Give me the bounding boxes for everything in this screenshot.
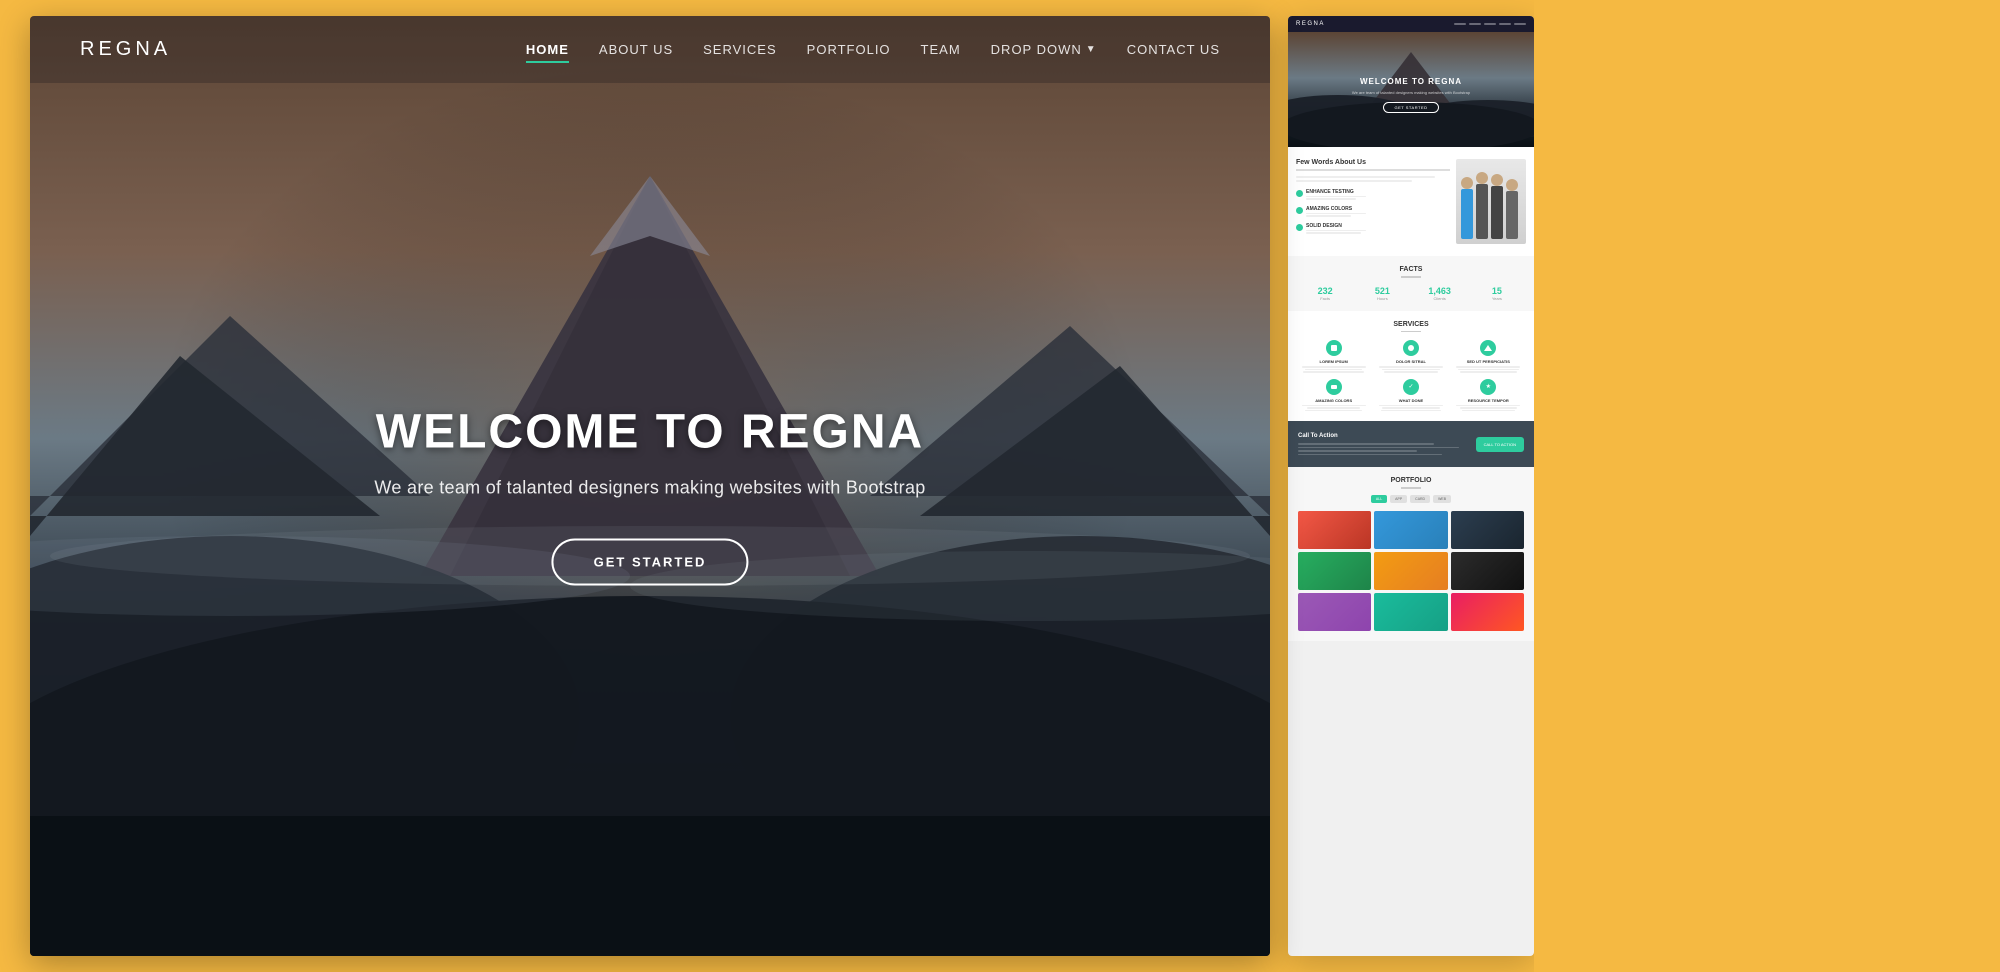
preview-fact-2: 521 Hours: [1355, 286, 1409, 301]
preview-hero-button: GET STARTED: [1383, 102, 1438, 113]
preview-cta-button: CALL TO ACTION: [1476, 437, 1524, 452]
preview-services-title: SERVICES: [1298, 321, 1524, 328]
hero-content: WELCOME TO REGNA We are team of talanted…: [374, 405, 925, 586]
nav-item-home[interactable]: HOME: [526, 41, 569, 59]
preview-portfolio-item-4: [1298, 552, 1371, 590]
left-border: [0, 0, 30, 972]
middle-gap: [1270, 0, 1288, 972]
preview-nav-dot-1: [1454, 23, 1466, 25]
preview-portfolio-item-8: [1374, 593, 1447, 631]
preview-service-1: LOREM IPSUM: [1298, 340, 1369, 373]
logo: REGNA: [80, 38, 171, 61]
get-started-button[interactable]: GET STARTED: [552, 539, 749, 586]
preview-nav-dot-3: [1484, 23, 1496, 25]
navbar: REGNA HOME ABOUT US SERVICES PORTFOLIO T…: [30, 16, 1270, 83]
hero-title: WELCOME TO REGNA: [374, 405, 925, 460]
right-border: [1534, 0, 2000, 972]
preview-services-section: SERVICES LOREM IPSUM DOLOR SITRAL: [1288, 311, 1534, 422]
preview-portfolio-item-7: [1298, 593, 1371, 631]
preview-nav-dot-4: [1499, 23, 1511, 25]
preview-filter-card: CARD: [1410, 495, 1430, 503]
preview-nav-dot-2: [1469, 23, 1481, 25]
nav-item-services[interactable]: SERVICES: [703, 41, 777, 59]
nav-item-contact[interactable]: CONTACT US: [1127, 41, 1220, 59]
preview-facts-section: FACTS 232 Facts 521 Hours 1,463 Clients …: [1288, 256, 1534, 311]
preview-fact-3: 1,463 Clients: [1413, 286, 1467, 301]
dropdown-chevron-icon: ▼: [1086, 44, 1097, 55]
preview-filter-web: WEB: [1433, 495, 1451, 503]
preview-about-image: [1456, 159, 1526, 244]
preview-logo: REGNA: [1296, 21, 1325, 27]
preview-service-6: ★ RESOURCE TEMPOR: [1453, 379, 1524, 412]
preview-service-2: DOLOR SITRAL: [1375, 340, 1446, 373]
preview-facts-title: FACTS: [1298, 266, 1524, 273]
preview-navbar: REGNA: [1288, 16, 1534, 32]
preview-portfolio-item-1: [1298, 511, 1371, 549]
preview-cta-section: Call To Action CALL TO ACTION: [1288, 421, 1534, 467]
preview-about-section: Few Words About Us ENHANCE TESTING: [1288, 147, 1534, 256]
preview-service-3: SED UT PERSPICIATIS: [1453, 340, 1524, 373]
preview-hero-title: WELCOME TO REGNA: [1360, 77, 1462, 86]
preview-panel: REGNA: [1288, 16, 1534, 956]
preview-nav-dot-5: [1514, 23, 1526, 25]
preview-about-item-2: AMAZING COLORS: [1296, 206, 1450, 217]
preview-hero: WELCOME TO REGNA We are team of talanted…: [1288, 32, 1534, 147]
preview-filter-all: ALL: [1371, 495, 1387, 503]
preview-service-5: ✓ WHAT DONE: [1375, 379, 1446, 412]
preview-filter-app: APP: [1390, 495, 1407, 503]
preview-hero-subtitle: We are team of talanted designers making…: [1342, 90, 1480, 95]
preview-portfolio-section: PORTFOLIO ALL APP CARD WEB: [1288, 467, 1534, 641]
preview-portfolio-item-3: [1451, 511, 1524, 549]
preview-about-item-1: ENHANCE TESTING: [1296, 189, 1450, 200]
preview-fact-4: 15 Years: [1470, 286, 1524, 301]
preview-fact-1: 232 Facts: [1298, 286, 1352, 301]
preview-portfolio-item-9: [1451, 593, 1524, 631]
nav-item-about[interactable]: ABOUT US: [599, 41, 673, 59]
preview-about-item-3: SOLID DESIGN: [1296, 223, 1450, 234]
main-website-panel: REGNA HOME ABOUT US SERVICES PORTFOLIO T…: [30, 16, 1270, 956]
hero-subtitle: We are team of talanted designers making…: [374, 478, 925, 499]
preview-about-title: Few Words About Us: [1296, 159, 1450, 166]
preview-portfolio-item-6: [1451, 552, 1524, 590]
preview-cta-title: Call To Action: [1298, 433, 1468, 439]
preview-portfolio-item-2: [1374, 511, 1447, 549]
preview-portfolio-item-5: [1374, 552, 1447, 590]
nav-item-portfolio[interactable]: PORTFOLIO: [807, 41, 891, 59]
nav-item-team[interactable]: TEAM: [921, 41, 961, 59]
preview-portfolio-title: PORTFOLIO: [1298, 477, 1524, 484]
nav-item-dropdown[interactable]: DROP DOWN ▼: [991, 42, 1097, 57]
preview-service-4: AMAZING COLORS: [1298, 379, 1369, 412]
nav-menu: HOME ABOUT US SERVICES PORTFOLIO TEAM DR…: [526, 41, 1220, 59]
